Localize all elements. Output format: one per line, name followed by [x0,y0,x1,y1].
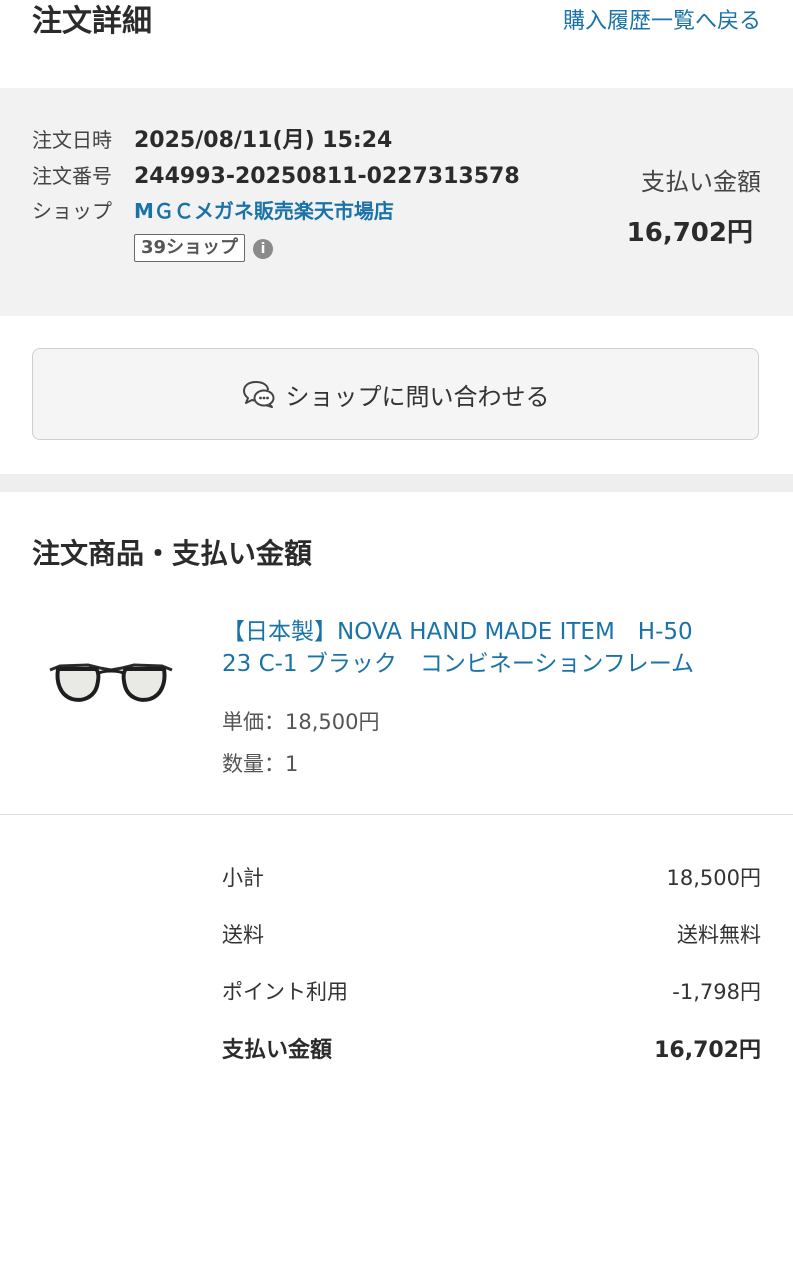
order-date-label: 注文日時 [32,128,112,152]
section-divider [0,474,793,492]
total-label: 支払い金額 [222,1038,333,1063]
shop-row: ショップ MＧＣメガネ販売楽天市場店 [32,195,394,229]
shop-39-badge: 39ショップ [134,234,246,262]
section-title: 注文商品・支払い金額 [32,537,313,570]
product-name-line2: 23 C-1 ブラック コンビネーションフレーム [222,651,695,677]
unit-price: 単価：18,500円 [222,710,380,734]
quantity: 数量：1 [222,752,299,776]
page-header: 注文詳細 購入履歴一覧へ戻る [0,0,793,88]
total-row: 支払い金額 16,702円 [222,1032,761,1064]
order-date-value: 2025/08/11(月) 15:24 [134,128,393,153]
contact-area: ショップに問い合わせる [0,316,793,474]
eyeglasses-image[interactable] [48,652,174,712]
shipping-label: 送料 [222,923,264,947]
shipping-value: 送料無料 [677,923,761,947]
shop-badge-row: 39ショップ i [134,232,274,264]
order-date-row: 注文日時 2025/08/11(月) 15:24 [32,124,392,158]
points-value: -1,798円 [672,980,761,1004]
info-icon[interactable]: i [253,238,274,259]
order-number-value: 244993-20250811-0227313578 [134,164,520,189]
chat-bubbles-icon [242,381,274,408]
divider-line [0,814,793,815]
contact-shop-label: ショップに問い合わせる [285,382,550,411]
payment-amount: 16,702円 [626,218,753,248]
order-summary: 注文日時 2025/08/11(月) 15:24 注文番号 244993-20250… [0,88,793,316]
order-items-section: 注文商品・支払い金額 【日本製】NOVA HAND MADE ITEM H-50… [0,492,793,1280]
order-number-label: 注文番号 [32,164,112,188]
shop-name-link[interactable]: MＧＣメガネ販売楽天市場店 [134,199,394,223]
product-name-link[interactable]: 【日本製】NOVA HAND MADE ITEM H-50 23 C-1 ブラッ… [222,616,767,680]
contact-shop-button[interactable]: ショップに問い合わせる [32,348,759,440]
points-label: ポイント利用 [222,980,348,1004]
subtotal-row: 小計 18,500円 [222,862,761,892]
product-name-line1: 【日本製】NOVA HAND MADE ITEM H-50 [222,619,693,645]
shop-label: ショップ [32,199,112,223]
order-number-row: 注文番号 244993-20250811-0227313578 [32,160,520,194]
page-title: 注文詳細 [32,4,152,39]
subtotal-value: 18,500円 [666,866,761,890]
back-to-history-link[interactable]: 購入履歴一覧へ戻る [563,4,761,40]
payment-label: 支払い金額 [641,168,761,196]
shipping-row: 送料 送料無料 [222,919,761,949]
points-row: ポイント利用 -1,798円 [222,976,761,1006]
total-value: 16,702円 [654,1038,761,1063]
subtotal-label: 小計 [222,866,264,890]
